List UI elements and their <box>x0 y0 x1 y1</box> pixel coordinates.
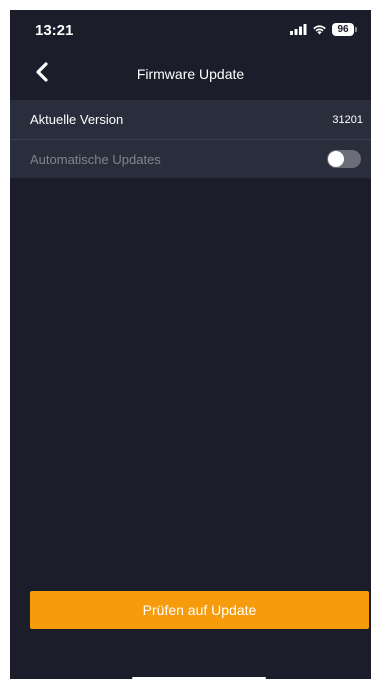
auto-updates-row: Automatische Updates <box>10 139 371 178</box>
current-version-value: 31201 <box>332 113 363 126</box>
app-screen: 13:21 96 Firmware Update Aktuelle Versio… <box>10 10 371 679</box>
status-bar: 13:21 96 <box>10 10 371 50</box>
current-version-row: Aktuelle Version 31201 <box>10 100 371 139</box>
battery-tip <box>355 26 357 32</box>
current-version-label: Aktuelle Version <box>30 112 124 127</box>
status-time: 13:21 <box>35 22 74 39</box>
auto-updates-label: Automatische Updates <box>30 151 161 167</box>
toggle-knob <box>328 151 344 167</box>
auto-updates-toggle[interactable] <box>327 150 361 168</box>
wifi-icon <box>313 24 326 34</box>
navigation-bar: Firmware Update <box>10 50 371 94</box>
check-for-update-button[interactable]: Prüfen auf Update <box>30 591 369 629</box>
status-icons: 96 <box>290 22 357 36</box>
battery-icon: 96 <box>332 22 354 36</box>
cellular-signal-icon <box>290 23 307 35</box>
page-title: Firmware Update <box>136 66 245 82</box>
settings-group: Aktuelle Version 31201 Automatische Upda… <box>10 100 371 178</box>
